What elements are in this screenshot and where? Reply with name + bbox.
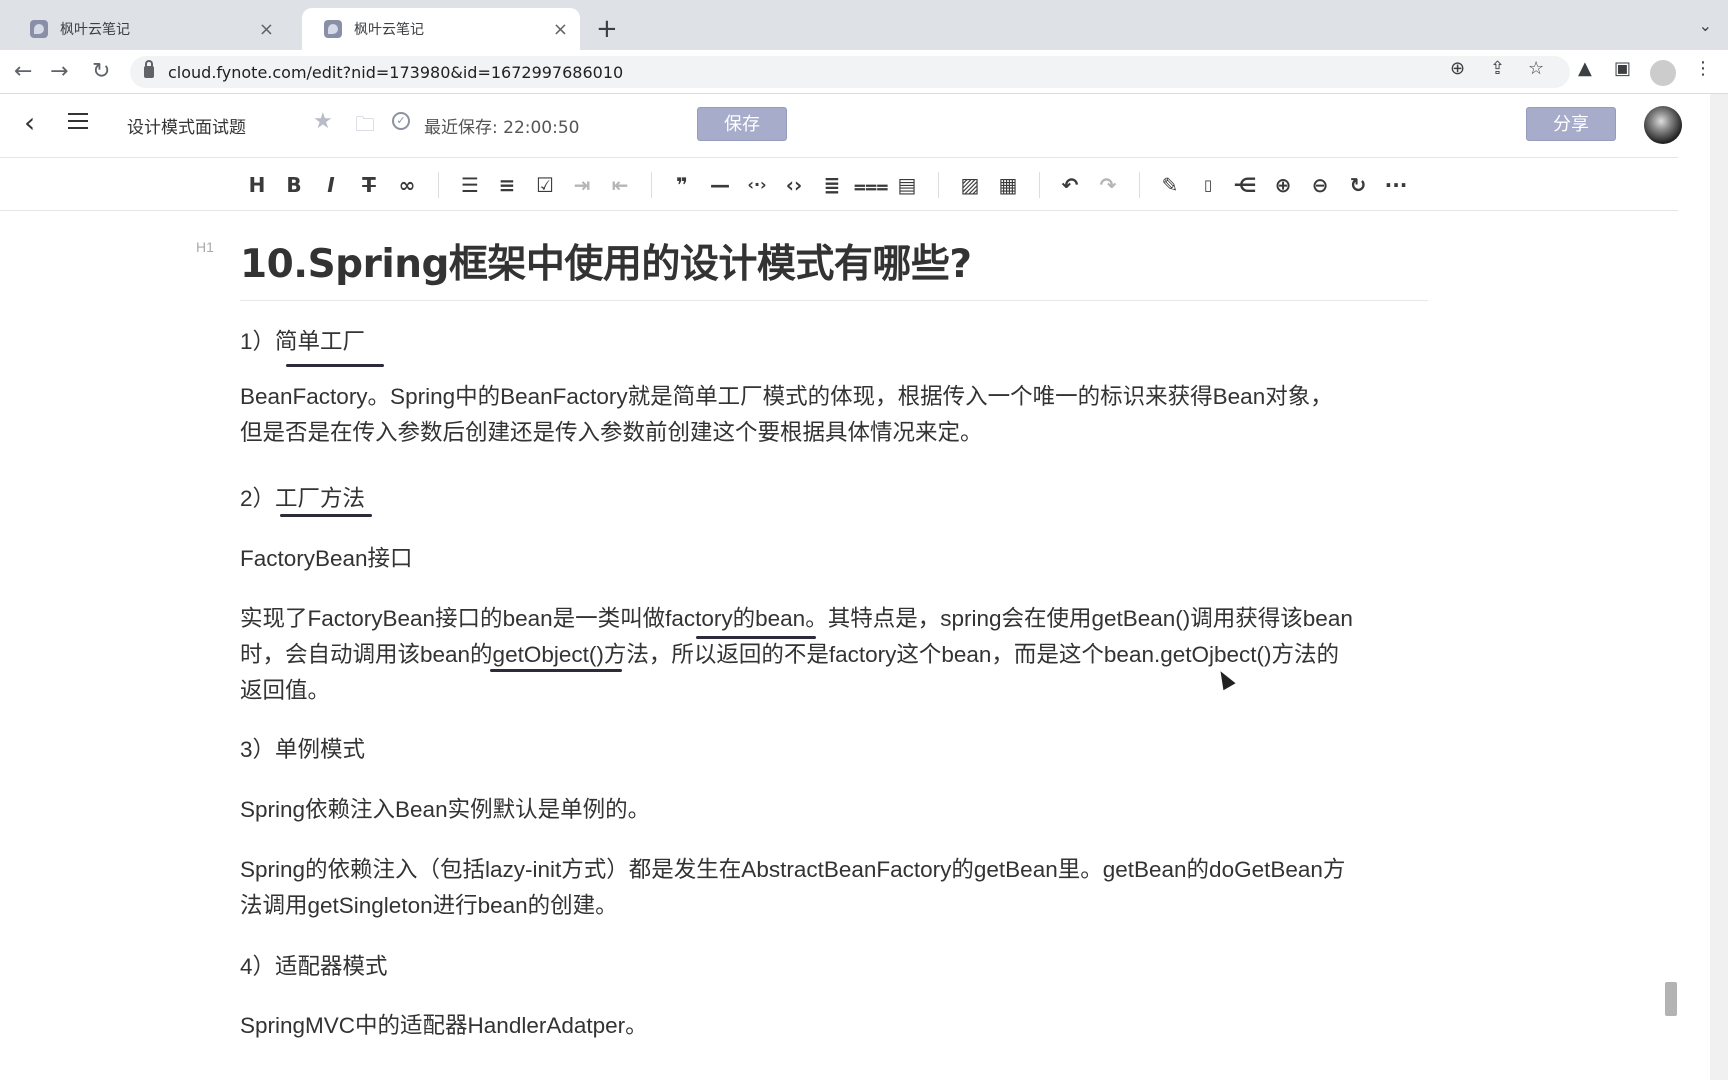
pen-underline bbox=[280, 514, 372, 517]
back-icon[interactable]: ‹ bbox=[24, 106, 35, 139]
editor-scrollbar-thumb[interactable] bbox=[1665, 982, 1677, 1016]
close-icon[interactable]: × bbox=[259, 19, 274, 40]
paragraph[interactable]: 实现了FactoryBean接口的bean是一类叫做factory的bean。其… bbox=[240, 601, 1430, 637]
avatar[interactable] bbox=[1644, 106, 1682, 144]
editor-toolbar: H B I T ∞ ☰ ≡ ☑ ⇥ ⇤ ❞ — ‹·› ‹› ≣ ⩶ ▤ ▨ ▦… bbox=[0, 157, 1678, 211]
tab-title: 枫叶云笔记 bbox=[354, 22, 424, 38]
move-folder-icon[interactable]: 🗀 bbox=[355, 110, 375, 144]
share-page-icon[interactable]: ⇪ bbox=[1490, 58, 1505, 79]
bullet-list-icon[interactable]: ☰ bbox=[455, 170, 485, 200]
tab-search-icon[interactable]: ⌄ bbox=[1699, 16, 1712, 35]
ppt-icon[interactable]: ▯ bbox=[1193, 170, 1223, 200]
section-heading[interactable]: 2）工厂方法 bbox=[240, 481, 1430, 517]
toolbar-divider bbox=[438, 172, 439, 198]
paragraph[interactable]: SpringMVC中的适配器HandlerAdatper。 bbox=[240, 1008, 1430, 1044]
heading-divider bbox=[240, 300, 1428, 301]
indent-icon[interactable]: ⇥ bbox=[567, 170, 597, 200]
save-button[interactable]: 保存 bbox=[697, 107, 787, 141]
forward-arrow-icon[interactable]: → bbox=[50, 59, 68, 84]
heading-level-tag: H1 bbox=[196, 239, 214, 255]
tab-title: 枫叶云笔记 bbox=[60, 22, 130, 38]
extension-icon[interactable]: ▲ bbox=[1578, 58, 1592, 79]
paragraph[interactable]: 返回值。 bbox=[240, 673, 1430, 709]
toolbar-divider bbox=[1139, 172, 1140, 198]
image-icon[interactable]: ▨ bbox=[955, 170, 985, 200]
menu-icon[interactable] bbox=[68, 113, 88, 129]
section-heading[interactable]: 3）单例模式 bbox=[240, 732, 1430, 768]
zoom-icon[interactable]: ⊕ bbox=[1450, 58, 1465, 79]
heading-icon[interactable]: H bbox=[242, 170, 272, 200]
browser-tab-active[interactable]: 枫叶云笔记 × bbox=[302, 8, 580, 50]
zoom-out-icon[interactable]: ⊖ bbox=[1305, 170, 1335, 200]
section-heading[interactable]: 1）简单工厂 bbox=[240, 324, 1430, 360]
close-icon[interactable]: × bbox=[553, 19, 568, 40]
star-icon[interactable]: ★ bbox=[313, 109, 333, 134]
editor-content[interactable]: H1 10.Spring框架中使用的设计模式有哪些? 1）简单工厂 BeanFa… bbox=[0, 211, 1678, 1071]
kebab-menu-icon[interactable]: ⋮ bbox=[1694, 58, 1712, 79]
pen-underline bbox=[490, 669, 622, 672]
back-arrow-icon[interactable]: ← bbox=[14, 59, 32, 84]
app-header: ‹ 设计模式面试题 ★ 🗀 ✓ 最近保存: 22:00:50 保存 分享 bbox=[0, 94, 1710, 156]
inline-code-icon[interactable]: ‹·› bbox=[742, 170, 772, 200]
mindmap-icon[interactable]: ⋲ bbox=[1230, 170, 1260, 200]
format-icon[interactable]: ⩶ bbox=[854, 170, 888, 200]
document-title[interactable]: 设计模式面试题 bbox=[127, 113, 246, 138]
browser-tab[interactable]: 枫叶云笔记 × bbox=[8, 8, 286, 50]
favicon-icon bbox=[324, 20, 342, 38]
hr-icon[interactable]: — bbox=[705, 170, 735, 200]
export-icon[interactable]: ▤ bbox=[892, 170, 922, 200]
table-icon[interactable]: ▦ bbox=[993, 170, 1023, 200]
browser-tabbar: 枫叶云笔记 × 枫叶云笔记 × + ⌄ bbox=[0, 0, 1728, 50]
paragraph[interactable]: 法调用getSingleton进行bean的创建。 bbox=[240, 888, 1430, 924]
italic-icon[interactable]: I bbox=[316, 170, 346, 200]
reload-icon[interactable]: ↻ bbox=[92, 59, 110, 84]
toolbar-divider bbox=[938, 172, 939, 198]
outdent-icon[interactable]: ⇤ bbox=[605, 170, 635, 200]
undo-icon[interactable]: ↶ bbox=[1055, 170, 1085, 200]
lock-icon[interactable] bbox=[144, 60, 154, 78]
url-text: cloud.fynote.com/edit?nid=173980&id=1672… bbox=[168, 62, 624, 82]
page-scrollbar[interactable] bbox=[1710, 94, 1728, 1080]
paragraph[interactable]: 时，会自动调用该bean的getObject()方法，所以返回的不是factor… bbox=[240, 637, 1430, 673]
pen-underline bbox=[286, 364, 384, 367]
save-status: 最近保存: 22:00:50 bbox=[424, 118, 580, 138]
section-heading[interactable]: 4）适配器模式 bbox=[240, 949, 1430, 985]
new-tab-button[interactable]: + bbox=[596, 14, 618, 44]
favicon-icon bbox=[30, 20, 48, 38]
url-field[interactable]: cloud.fynote.com/edit?nid=173980&id=1672… bbox=[130, 56, 1570, 88]
link-icon[interactable]: ∞ bbox=[392, 170, 422, 200]
document-heading[interactable]: 10.Spring框架中使用的设计模式有哪些? bbox=[240, 233, 972, 289]
redo-icon[interactable]: ↷ bbox=[1093, 170, 1123, 200]
saved-check-icon: ✓ bbox=[392, 112, 410, 130]
sidepanel-icon[interactable]: ▣ bbox=[1614, 58, 1631, 79]
paragraph[interactable]: FactoryBean接口 bbox=[240, 541, 1430, 577]
quote-icon[interactable]: ❞ bbox=[667, 170, 697, 200]
zoom-in-icon[interactable]: ⊕ bbox=[1268, 170, 1298, 200]
toolbar-divider bbox=[1039, 172, 1040, 198]
ordered-list-icon[interactable]: ≡ bbox=[492, 170, 522, 200]
strikethrough-icon[interactable]: T bbox=[354, 170, 384, 200]
profile-avatar[interactable] bbox=[1650, 60, 1676, 86]
paragraph[interactable]: Spring的依赖注入（包括lazy-init方式）都是发生在AbstractB… bbox=[240, 852, 1430, 888]
pen-icon[interactable]: ✎ bbox=[1155, 170, 1185, 200]
toolbar-divider bbox=[651, 172, 652, 198]
paragraph[interactable]: 但是否是在传入参数后创建还是传入参数前创建这个要根据具体情况来定。 bbox=[240, 415, 1430, 451]
bookmark-star-icon[interactable]: ☆ bbox=[1528, 58, 1544, 79]
bold-icon[interactable]: B bbox=[279, 170, 309, 200]
checkbox-icon[interactable]: ☑ bbox=[530, 170, 560, 200]
more-icon[interactable]: ··· bbox=[1381, 170, 1411, 200]
align-icon[interactable]: ≣ bbox=[817, 170, 847, 200]
address-bar: ← → ↻ cloud.fynote.com/edit?nid=173980&i… bbox=[0, 50, 1728, 94]
paragraph[interactable]: Spring依赖注入Bean实例默认是单例的。 bbox=[240, 792, 1430, 828]
refresh-icon[interactable]: ↻ bbox=[1343, 170, 1373, 200]
code-block-icon[interactable]: ‹› bbox=[779, 170, 809, 200]
paragraph[interactable]: BeanFactory。Spring中的BeanFactory就是简单工厂模式的… bbox=[240, 379, 1430, 415]
share-button[interactable]: 分享 bbox=[1526, 107, 1616, 141]
